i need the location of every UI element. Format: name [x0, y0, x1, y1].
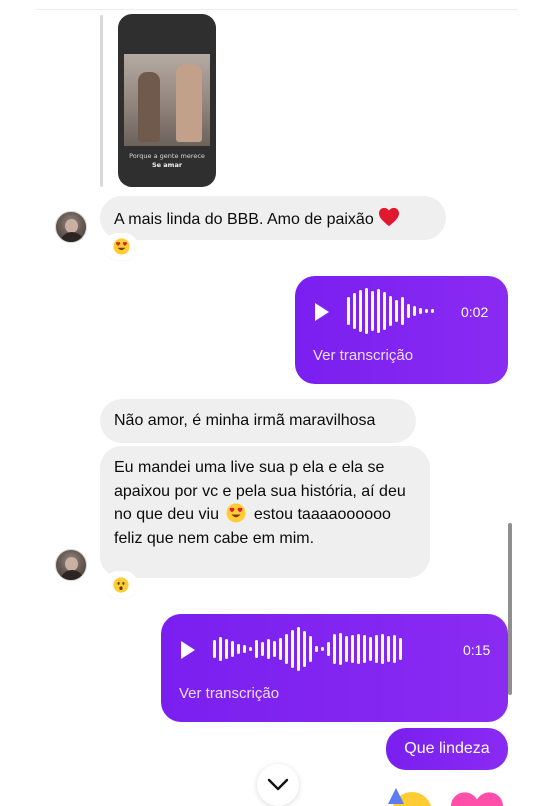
message-reaction[interactable]	[106, 573, 136, 596]
view-transcription-link[interactable]: Ver transcrição	[313, 347, 413, 364]
heart-eyes-emoji-icon	[112, 238, 130, 255]
scroll-to-bottom-button[interactable]	[257, 764, 299, 806]
story-photo	[124, 54, 210, 146]
outgoing-message-bubble[interactable]: Que lindeza	[386, 728, 508, 770]
view-transcription-link[interactable]: Ver transcrição	[179, 685, 279, 702]
message-text: Não amor, é minha irmã maravilhosa	[114, 412, 376, 429]
scrollbar[interactable]	[508, 523, 512, 695]
voice-duration: 0:02	[461, 304, 489, 320]
avatar-face	[65, 557, 78, 571]
audio-waveform[interactable]	[347, 288, 434, 334]
play-icon[interactable]	[181, 641, 195, 659]
avatar[interactable]	[55, 549, 87, 581]
hushed-face-emoji-icon	[113, 576, 129, 593]
outgoing-voice-message[interactable]: 0:02 Ver transcrição	[295, 276, 508, 384]
story-figure-right	[176, 64, 202, 142]
voice-duration: 0:15	[463, 642, 491, 658]
message-text: A mais linda do BBB. Amo de paixão	[114, 211, 374, 228]
story-figure-left	[138, 72, 160, 142]
avatar-face	[65, 219, 78, 233]
incoming-message-bubble[interactable]: Eu mandei uma live sua p ela e ela se ap…	[100, 446, 430, 578]
play-icon[interactable]	[315, 303, 329, 321]
incoming-message-bubble[interactable]: A mais linda do BBB. Amo de paixão	[100, 196, 446, 240]
chevron-down-icon	[267, 778, 289, 791]
story-reply-thumbnail[interactable]: Porque a gente merece Se amar	[118, 14, 216, 187]
story-caption-line2: Se amar	[151, 161, 183, 169]
avatar-body	[60, 232, 84, 242]
avatar-body	[60, 570, 84, 580]
avatar[interactable]	[55, 211, 87, 243]
pink-heart-emoji-icon[interactable]	[448, 790, 506, 806]
audio-waveform[interactable]	[213, 626, 402, 672]
message-reaction[interactable]	[106, 235, 136, 258]
heart-eyes-emoji-icon	[226, 503, 246, 523]
incoming-message-bubble[interactable]: Não amor, é minha irmã maravilhosa	[100, 399, 416, 443]
top-divider	[36, 9, 518, 10]
story-caption-line1: Porque a gente merece	[129, 152, 205, 160]
red-heart-icon	[379, 207, 400, 227]
reply-indicator-bar	[100, 15, 103, 187]
message-text: Que lindeza	[404, 740, 490, 757]
outgoing-voice-message[interactable]: 0:15 Ver transcrição	[161, 614, 508, 722]
party-face-emoji-icon[interactable]	[386, 788, 438, 806]
